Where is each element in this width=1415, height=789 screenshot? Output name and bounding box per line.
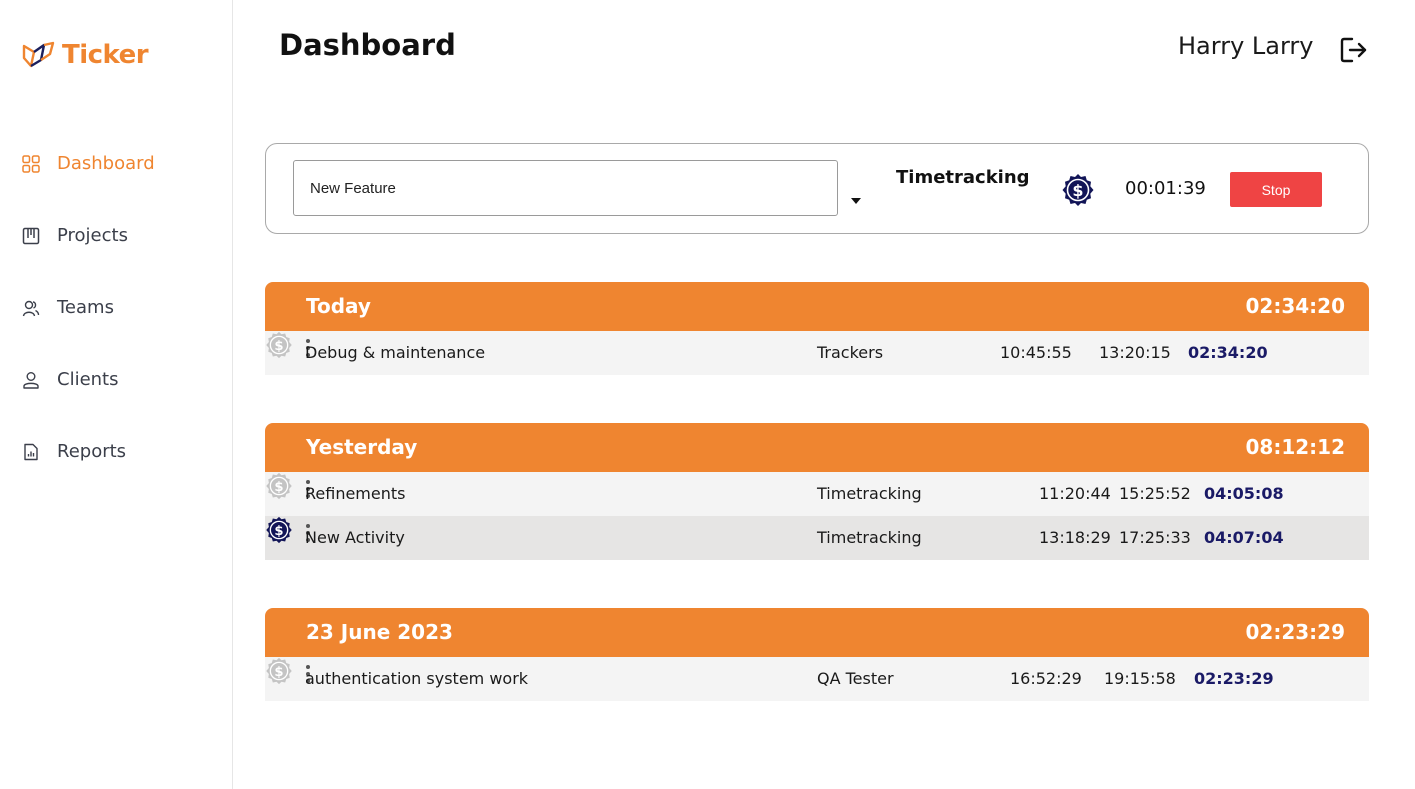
entry-description[interactable]: Debug & maintenance bbox=[305, 343, 485, 362]
group-title: 23 June 2023 bbox=[306, 620, 453, 644]
billable-badge-icon[interactable]: $ bbox=[1061, 173, 1095, 207]
svg-text:$: $ bbox=[274, 339, 283, 354]
time-tracker-card: Timetracking $ 00:01:39 Stop bbox=[265, 143, 1369, 234]
group-header: Yesterday 08:12:12 bbox=[265, 423, 1369, 472]
entry-end-time[interactable]: 15:25:52 bbox=[1119, 484, 1191, 503]
entry-duration: 04:07:04 bbox=[1204, 528, 1284, 547]
sidebar-item-projects[interactable]: Projects bbox=[22, 225, 128, 246]
group-header: 23 June 2023 02:23:29 bbox=[265, 608, 1369, 657]
tracker-project-label[interactable]: Timetracking bbox=[896, 167, 1030, 188]
kanban-icon bbox=[22, 227, 40, 244]
entry-start-time[interactable]: 13:18:29 bbox=[1039, 528, 1111, 547]
entry-start-time[interactable]: 11:20:44 bbox=[1039, 484, 1111, 503]
group-header: Today 02:34:20 bbox=[265, 282, 1369, 331]
project-dropdown-caret-icon[interactable] bbox=[851, 198, 861, 204]
logo[interactable]: Ticker bbox=[22, 40, 149, 70]
entry-project[interactable]: Timetracking bbox=[817, 528, 922, 547]
group-total: 02:23:29 bbox=[1245, 620, 1346, 644]
grid-icon bbox=[22, 154, 40, 173]
sidebar-item-clients[interactable]: Clients bbox=[22, 369, 119, 390]
group-total: 08:12:12 bbox=[1245, 435, 1346, 459]
report-icon bbox=[24, 443, 38, 460]
time-entry-row[interactable]: Refinements Timetracking $ 11:20:44 15:2… bbox=[265, 472, 1369, 516]
sidebar-item-label: Dashboard bbox=[57, 153, 155, 174]
day-group-today: Today 02:34:20 Debug & maintenance Track… bbox=[265, 282, 1369, 375]
group-title: Today bbox=[306, 294, 371, 318]
svg-text:$: $ bbox=[1072, 181, 1083, 200]
entry-description[interactable]: Refinements bbox=[305, 484, 405, 503]
day-group-yesterday: Yesterday 08:12:12 Refinements Timetrack… bbox=[265, 423, 1369, 560]
entry-description[interactable]: authentication system work bbox=[305, 669, 528, 688]
user-icon bbox=[23, 371, 39, 389]
entry-start-time[interactable]: 16:52:29 bbox=[1010, 669, 1082, 688]
entry-duration: 02:23:29 bbox=[1194, 669, 1274, 688]
sidebar-item-teams[interactable]: Teams bbox=[22, 297, 114, 318]
user-name[interactable]: Harry Larry bbox=[1178, 32, 1314, 60]
svg-text:$: $ bbox=[274, 480, 283, 495]
task-description-input[interactable] bbox=[293, 160, 838, 216]
billable-badge-icon[interactable]: $ bbox=[265, 516, 293, 544]
entry-project[interactable]: Timetracking bbox=[817, 484, 922, 503]
group-total: 02:34:20 bbox=[1245, 294, 1346, 318]
group-title: Yesterday bbox=[306, 435, 418, 459]
entry-project[interactable]: QA Tester bbox=[817, 669, 894, 688]
sidebar-item-label: Reports bbox=[57, 441, 127, 462]
entry-start-time[interactable]: 10:45:55 bbox=[1000, 343, 1072, 362]
app-name: Ticker bbox=[62, 40, 149, 70]
entry-end-time[interactable]: 19:15:58 bbox=[1104, 669, 1176, 688]
entry-end-time[interactable]: 17:25:33 bbox=[1119, 528, 1191, 547]
time-entry-row[interactable]: New Activity Timetracking $ 13:18:29 17:… bbox=[265, 516, 1369, 560]
stop-button[interactable]: Stop bbox=[1230, 172, 1322, 207]
svg-text:$: $ bbox=[274, 524, 283, 539]
entry-duration: 02:34:20 bbox=[1188, 343, 1268, 362]
team-icon bbox=[22, 300, 40, 316]
logout-icon[interactable] bbox=[1339, 35, 1369, 65]
billable-badge-icon[interactable]: $ bbox=[265, 331, 293, 359]
billable-badge-icon[interactable]: $ bbox=[265, 657, 293, 685]
sidebar-item-dashboard[interactable]: Dashboard bbox=[22, 153, 155, 174]
svg-text:$: $ bbox=[274, 665, 283, 680]
sidebar-item-label: Projects bbox=[57, 225, 128, 246]
page-title: Dashboard bbox=[279, 28, 456, 62]
elapsed-timer: 00:01:39 bbox=[1125, 178, 1206, 199]
entry-duration: 04:05:08 bbox=[1204, 484, 1284, 503]
ticker-logo-icon bbox=[22, 41, 55, 68]
sidebar: Ticker Dashboard Projects Teams Clients … bbox=[0, 0, 233, 789]
billable-badge-icon[interactable]: $ bbox=[265, 472, 293, 500]
sidebar-item-label: Clients bbox=[57, 369, 119, 390]
entry-description[interactable]: New Activity bbox=[305, 528, 405, 547]
entry-end-time[interactable]: 13:20:15 bbox=[1099, 343, 1171, 362]
time-entry-row[interactable]: Debug & maintenance Trackers $ 10:45:55 … bbox=[265, 331, 1369, 375]
time-entry-row[interactable]: authentication system work QA Tester $ 1… bbox=[265, 657, 1369, 701]
day-group-23-june-2023: 23 June 2023 02:23:29 authentication sys… bbox=[265, 608, 1369, 701]
sidebar-item-reports[interactable]: Reports bbox=[22, 441, 126, 462]
entry-project[interactable]: Trackers bbox=[817, 343, 883, 362]
sidebar-item-label: Teams bbox=[57, 297, 114, 318]
